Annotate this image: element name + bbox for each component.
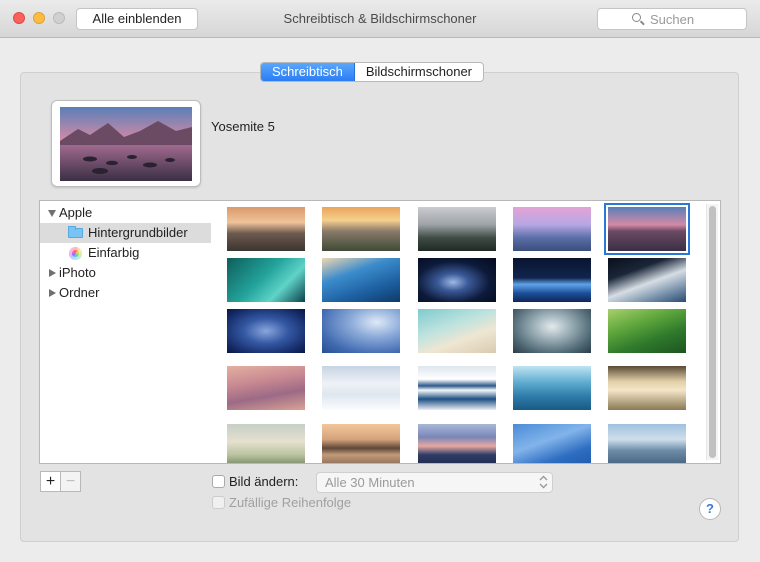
- search-icon: [632, 13, 641, 22]
- tab-screensaver[interactable]: Bildschirmschoner: [355, 63, 483, 81]
- wallpaper-thumbnail[interactable]: [322, 366, 400, 410]
- source-item-label: Hintergrundbilder: [88, 225, 188, 240]
- random-order-label: Zufällige Reihenfolge: [229, 495, 352, 510]
- show-all-button[interactable]: Alle einblenden: [76, 8, 198, 30]
- change-picture-checkbox[interactable]: [212, 475, 225, 488]
- tab-desktop[interactable]: Schreibtisch: [261, 63, 355, 81]
- close-window-button[interactable]: [13, 12, 25, 24]
- wallpaper-thumbnail[interactable]: [418, 309, 496, 353]
- wallpaper-thumbnail[interactable]: [513, 207, 591, 251]
- wallpaper-thumbnail[interactable]: [513, 258, 591, 302]
- wallpaper-thumbnail[interactable]: [227, 366, 305, 410]
- wallpaper-thumbnail[interactable]: [322, 309, 400, 353]
- source-group-label: Ordner: [59, 285, 100, 300]
- folder-icon: [68, 226, 83, 238]
- wallpaper-thumbnail[interactable]: [418, 258, 496, 302]
- wallpaper-thumbnail[interactable]: [513, 424, 591, 463]
- color-wheel-icon: [69, 247, 82, 260]
- disclosure-right-icon[interactable]: [49, 269, 56, 277]
- wallpaper-thumbnail[interactable]: [227, 309, 305, 353]
- grid-scrollbar[interactable]: [706, 204, 718, 460]
- wallpaper-thumbnail[interactable]: [608, 258, 686, 302]
- source-item-wallpapers[interactable]: Hintergrundbilder: [40, 223, 211, 243]
- wallpaper-thumbnail[interactable]: [227, 207, 305, 251]
- disclosure-down-icon[interactable]: [48, 210, 56, 217]
- wallpaper-thumbnail[interactable]: [418, 424, 496, 463]
- add-folder-button[interactable]: +: [40, 471, 61, 492]
- title-bar: Alle einblenden Schreibtisch & Bildschir…: [0, 0, 760, 38]
- change-picture-label: Bild ändern:: [229, 474, 299, 489]
- wallpaper-thumbnail[interactable]: [322, 207, 400, 251]
- wallpaper-thumbnail[interactable]: [513, 309, 591, 353]
- interval-value: Alle 30 Minuten: [325, 475, 415, 490]
- help-button[interactable]: ?: [699, 498, 721, 520]
- wallpaper-thumbnail[interactable]: [227, 258, 305, 302]
- tab-control: Schreibtisch Bildschirmschoner: [260, 62, 485, 82]
- wallpaper-thumbnail[interactable]: [608, 366, 686, 410]
- interval-popup[interactable]: Alle 30 Minuten: [316, 472, 553, 493]
- source-item-label: Einfarbig: [88, 245, 140, 260]
- zoom-window-button[interactable]: [53, 12, 65, 24]
- wallpaper-thumbnail[interactable]: [608, 309, 686, 353]
- scrollbar-thumb[interactable]: [709, 206, 716, 458]
- window-title: Schreibtisch & Bildschirmschoner: [283, 11, 477, 26]
- disclosure-right-icon[interactable]: [49, 289, 56, 297]
- source-group-folders[interactable]: Ordner: [40, 283, 211, 303]
- source-group-label: iPhoto: [59, 265, 96, 280]
- remove-folder-button[interactable]: −: [60, 471, 81, 492]
- wallpaper-thumbnail[interactable]: [322, 424, 400, 463]
- search-field[interactable]: Suchen: [597, 8, 747, 30]
- wallpaper-thumbnail[interactable]: [608, 424, 686, 463]
- popup-arrows-icon: [539, 475, 548, 489]
- wallpaper-thumbnail[interactable]: [513, 366, 591, 410]
- source-group-apple[interactable]: Apple: [40, 203, 211, 223]
- random-order-checkbox[interactable]: [212, 496, 225, 509]
- wallpaper-thumbnail[interactable]: [418, 366, 496, 410]
- current-picture-name: Yosemite 5: [211, 119, 275, 134]
- wallpaper-thumbnail[interactable]: [322, 258, 400, 302]
- current-picture-image: [60, 107, 192, 181]
- wallpaper-grid: [211, 200, 721, 464]
- current-picture-preview: [51, 100, 201, 187]
- wallpaper-thumbnail[interactable]: [227, 424, 305, 463]
- source-group-label: Apple: [59, 205, 93, 220]
- source-item-solid-colors[interactable]: Einfarbig: [40, 243, 211, 263]
- search-placeholder: Suchen: [650, 12, 695, 27]
- wallpaper-thumbnail[interactable]: [418, 207, 496, 251]
- minimize-window-button[interactable]: [33, 12, 45, 24]
- source-group-iphoto[interactable]: iPhoto: [40, 263, 211, 283]
- wallpaper-thumbnail[interactable]: [604, 203, 690, 255]
- source-list: Apple Hintergrundbilder Einfarbig iPhoto…: [39, 200, 212, 464]
